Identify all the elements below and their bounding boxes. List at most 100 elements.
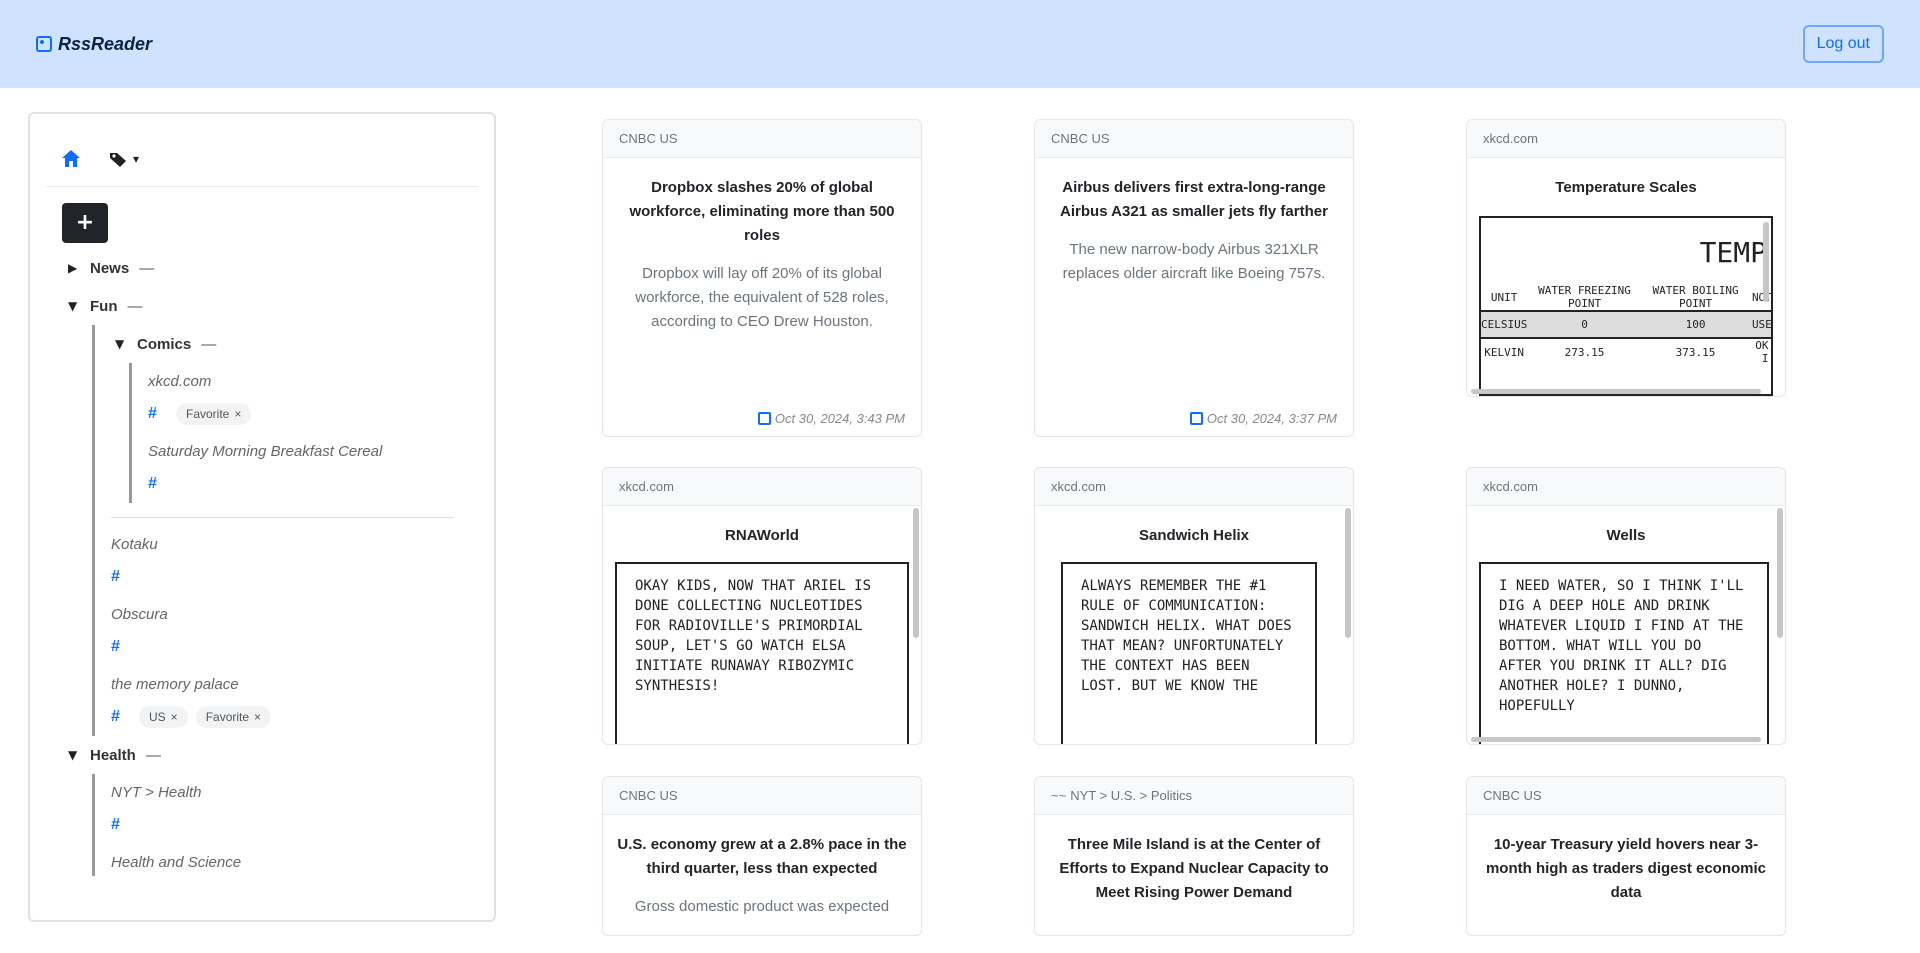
health-children: NYT > Health # Health and Science [92, 774, 478, 876]
vertical-scrollbar[interactable] [1763, 222, 1769, 302]
vertical-scrollbar[interactable] [1777, 508, 1783, 638]
article-card[interactable]: CNBC US U.S. economy grew at a 2.8% pace… [602, 776, 922, 936]
navbar: RssReader Log out [0, 0, 1920, 88]
article-card[interactable]: ~~ NYT > U.S. > Politics Three Mile Islan… [1034, 776, 1354, 936]
add-feed-button[interactable]: + [62, 203, 108, 243]
article-card[interactable]: xkcd.com Wells I need water, so I think … [1466, 467, 1786, 745]
article-card[interactable]: xkcd.com RNAWorld Okay kids, now that Ar… [602, 467, 922, 745]
collapse-dash[interactable]: — [139, 260, 154, 277]
article-card[interactable]: CNBC US 10-year Treasury yield hovers ne… [1466, 776, 1786, 936]
folder-news[interactable]: ▶ News — [46, 249, 478, 287]
chevron-down-icon: ▾ [133, 152, 140, 166]
card-title[interactable]: 10-year Treasury yield hovers near 3-mon… [1467, 815, 1785, 905]
collapse-dash[interactable]: — [128, 298, 143, 315]
comic-heading: TEMP [1699, 236, 1767, 269]
article-card[interactable]: xkcd.com Sandwich Helix Always remember … [1034, 467, 1354, 745]
feed-obscura-tags: # [111, 628, 478, 666]
card-source: CNBC US [603, 120, 921, 158]
tag-chip[interactable]: Favorite × [195, 706, 272, 728]
feed-xkcd-tags: # Favorite × [148, 395, 478, 433]
hash-icon[interactable]: # [111, 568, 131, 586]
feed-memory-palace[interactable]: the memory palace [111, 666, 478, 698]
card-title[interactable]: RNAWorld [603, 506, 921, 548]
close-icon[interactable]: × [234, 407, 241, 421]
card-source: xkcd.com [603, 468, 921, 506]
calendar-icon [757, 412, 771, 425]
card-description: The new narrow-body Airbus 321XLR replac… [1062, 241, 1326, 282]
card-description: Gross domestic product was expected [634, 898, 890, 915]
divider [111, 517, 454, 518]
brand[interactable]: RssReader [36, 34, 152, 55]
collapse-dash[interactable]: — [201, 336, 216, 353]
comic-image: TEMP UNIT WATER FREEZING POINT WATER BOILI… [1479, 216, 1773, 396]
hash-icon[interactable]: # [148, 475, 168, 493]
comic-image: I need water, so I think I'll dig a deep… [1479, 562, 1769, 744]
caret-down-icon: ▼ [68, 748, 78, 762]
tag-chip[interactable]: US × [139, 706, 188, 728]
temperature-table: UNIT WATER FREEZING POINT WATER BOILING PO… [1481, 284, 1771, 365]
comic-text: I need water, so I think I'll dig a deep… [1499, 578, 1744, 714]
comic-text: Okay kids, now that Ariel is done collec… [635, 578, 872, 694]
article-card[interactable]: xkcd.com Temperature Scales TEMP UNIT WAT… [1466, 119, 1786, 397]
vertical-scrollbar[interactable] [1345, 508, 1351, 638]
card-source: xkcd.com [1467, 120, 1785, 158]
card-source: xkcd.com [1467, 468, 1785, 506]
card-title[interactable]: U.S. economy grew at a 2.8% pace in the … [603, 815, 921, 881]
feed-kotaku-tags: # [111, 558, 478, 596]
comic-text: Always remember the #1 rule of communica… [1081, 578, 1292, 694]
card-source: CNBC US [1467, 777, 1785, 815]
hash-icon[interactable]: # [111, 638, 131, 656]
feed-memory-palace-tags: # US × Favorite × [111, 698, 478, 736]
vertical-scrollbar[interactable] [913, 508, 919, 638]
card-description: Dropbox will lay off 20% of its global w… [635, 265, 889, 330]
feed-smbc[interactable]: Saturday Morning Breakfast Cereal [148, 433, 478, 465]
fun-children: ▼ Comics — xkcd.com # Favorite × Saturday… [92, 325, 478, 736]
brand-name: RssReader [58, 33, 153, 54]
hash-icon[interactable]: # [111, 816, 131, 834]
folder-health[interactable]: ▼ Health — [46, 736, 478, 774]
rss-icon [36, 36, 52, 52]
close-icon[interactable]: × [254, 710, 261, 724]
card-title[interactable]: Three Mile Island is at the Center of Ef… [1035, 815, 1353, 905]
card-date: Oct 30, 2024, 3:43 PM [757, 411, 905, 426]
feed-health-science[interactable]: Health and Science [111, 844, 478, 876]
horizontal-scrollbar[interactable] [1471, 737, 1761, 742]
feed-xkcd[interactable]: xkcd.com [148, 363, 478, 395]
logout-button[interactable]: Log out [1802, 25, 1884, 63]
feed-obscura[interactable]: Obscura [111, 596, 478, 628]
caret-down-icon: ▼ [68, 299, 78, 313]
card-source: CNBC US [1035, 120, 1353, 158]
folder-fun[interactable]: ▼ Fun — [46, 287, 478, 325]
sidebar-toolbar: ▾ [46, 138, 478, 187]
home-icon[interactable] [60, 148, 82, 170]
horizontal-scrollbar[interactable] [1471, 389, 1761, 394]
card-title[interactable]: Wells [1467, 506, 1785, 548]
card-source: CNBC US [603, 777, 921, 815]
card-title[interactable]: Dropbox slashes 20% of global workforce,… [603, 158, 921, 248]
tag-chip[interactable]: Favorite × [176, 403, 252, 425]
caret-down-icon: ▼ [115, 337, 125, 351]
feed-tree: ▶ News — ▼ Fun — ▼ Comics — xkcd.com # F… [46, 249, 478, 876]
card-title[interactable]: Temperature Scales [1467, 158, 1785, 200]
article-card[interactable]: CNBC US Airbus delivers first extra-long… [1034, 119, 1354, 437]
card-title[interactable]: Airbus delivers first extra-long-range A… [1035, 158, 1353, 224]
feed-kotaku[interactable]: Kotaku [111, 526, 478, 558]
feed-nyt-health-tags: # [111, 806, 478, 844]
tags-dropdown[interactable]: ▾ [108, 150, 145, 168]
feed-nyt-health[interactable]: NYT > Health [111, 774, 478, 806]
article-card[interactable]: CNBC US Dropbox slashes 20% of global wo… [602, 119, 922, 437]
close-icon[interactable]: × [171, 710, 178, 724]
comic-image: Okay kids, now that Ariel is done collec… [615, 562, 909, 744]
collapse-dash[interactable]: — [146, 747, 161, 764]
hash-icon[interactable]: # [148, 405, 168, 423]
caret-right-icon: ▶ [68, 261, 78, 275]
comics-children: xkcd.com # Favorite × Saturday Morning Br… [129, 363, 478, 503]
card-source: xkcd.com [1035, 468, 1353, 506]
card-date: Oct 30, 2024, 3:37 PM [1189, 411, 1337, 426]
folder-comics[interactable]: ▼ Comics — [111, 325, 478, 363]
hash-icon[interactable]: # [111, 708, 131, 726]
rss-icon: ~~ [1051, 788, 1067, 803]
tags-icon [110, 153, 126, 167]
card-title[interactable]: Sandwich Helix [1035, 506, 1353, 548]
feed-smbc-tags: # [148, 465, 478, 503]
